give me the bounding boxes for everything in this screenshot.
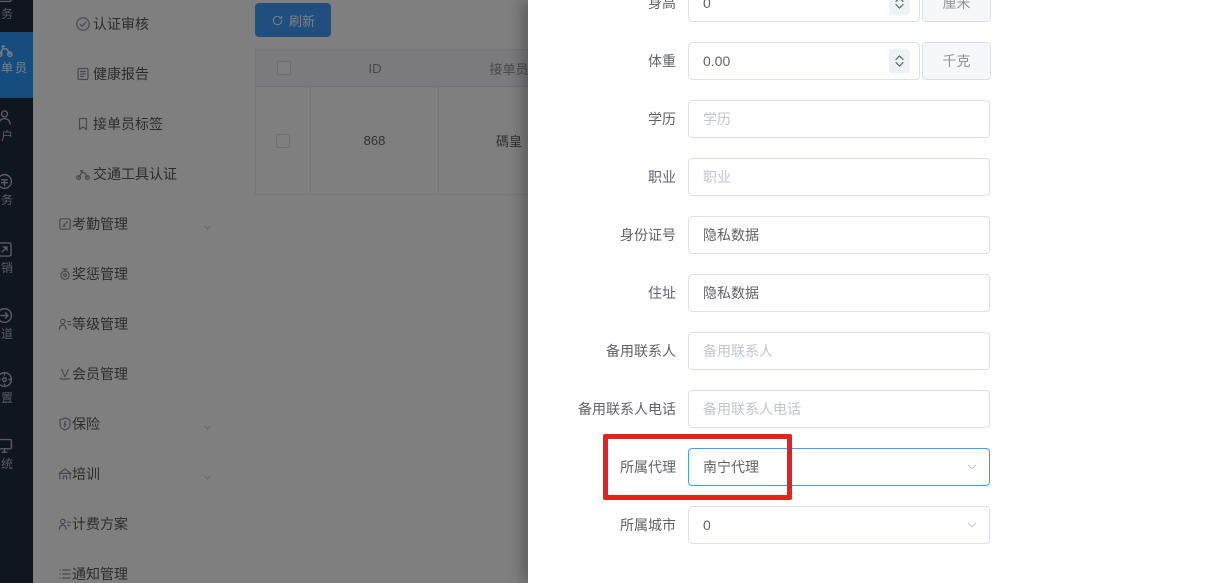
field-placeholder: 备用联系人电话	[703, 399, 801, 419]
select-input[interactable]: 南宁代理	[688, 448, 990, 486]
select-input[interactable]: 0	[688, 506, 990, 544]
form-row-5: 住址隐私数据	[528, 274, 1231, 312]
text-input[interactable]: 备用联系人电话	[688, 390, 990, 428]
field-label: 备用联系人	[528, 341, 688, 361]
text-input[interactable]: 职业	[688, 158, 990, 196]
field-label: 所属代理	[528, 457, 688, 477]
unit-addon: 厘米	[922, 0, 991, 22]
number-input[interactable]: 0.00	[688, 42, 920, 80]
field-value: 0	[703, 517, 711, 533]
field-placeholder: 学历	[703, 109, 731, 129]
text-input[interactable]: 学历	[688, 100, 990, 138]
form-row-1: 体重 0.00 千克	[528, 42, 1231, 80]
chevron-down-icon	[965, 460, 979, 474]
field-value: 0	[703, 0, 711, 11]
field-placeholder: 职业	[703, 167, 731, 187]
chevron-down-small	[895, 4, 904, 10]
text-input[interactable]: 备用联系人	[688, 332, 990, 370]
form-row-9: 所属城市 0	[528, 506, 1231, 544]
field-label: 所属城市	[528, 515, 688, 535]
field-label: 职业	[528, 167, 688, 187]
text-input[interactable]: 隐私数据	[688, 216, 990, 254]
field-label: 备用联系人电话	[528, 399, 688, 419]
field-value: 0.00	[703, 53, 730, 69]
field-label: 体重	[528, 51, 688, 71]
field-value: 南宁代理	[703, 457, 759, 477]
field-label: 身高	[528, 0, 688, 13]
form-row-6: 备用联系人备用联系人	[528, 332, 1231, 370]
number-input[interactable]: 0	[688, 0, 920, 22]
field-label: 住址	[528, 283, 688, 303]
form-row-3: 职业职业	[528, 158, 1231, 196]
field-value: 隐私数据	[703, 225, 759, 245]
form-row-2: 学历学历	[528, 100, 1231, 138]
text-input[interactable]: 隐私数据	[688, 274, 990, 312]
app-root: 务单员户务销道置统 认证审核健康报告接单员标签交通工具认证考勤管理奖惩管理等级管…	[0, 0, 1231, 583]
field-value: 隐私数据	[703, 283, 759, 303]
form-row-7: 备用联系人电话备用联系人电话	[528, 390, 1231, 428]
field-label: 学历	[528, 109, 688, 129]
detail-drawer: 身高0厘米体重0.00千克学历学历职业职业身份证号隐私数据住址隐私数据备用联系人…	[528, 0, 1231, 583]
number-stepper[interactable]	[889, 49, 910, 74]
form-row-4: 身份证号隐私数据	[528, 216, 1231, 254]
profile-form: 身高0厘米体重0.00千克学历学历职业职业身份证号隐私数据住址隐私数据备用联系人…	[528, 0, 1231, 564]
form-row-8: 所属代理南宁代理	[528, 448, 1231, 486]
chevron-down-icon	[965, 518, 979, 532]
field-placeholder: 备用联系人	[703, 341, 773, 361]
field-label: 身份证号	[528, 225, 688, 245]
chevron-down-small	[895, 62, 904, 68]
chevron-up-small	[895, 55, 904, 61]
unit-addon: 千克	[922, 42, 991, 80]
chevron-up-small	[895, 0, 904, 3]
form-row-0: 身高 0 厘米	[528, 0, 1231, 22]
number-stepper[interactable]	[889, 0, 910, 16]
